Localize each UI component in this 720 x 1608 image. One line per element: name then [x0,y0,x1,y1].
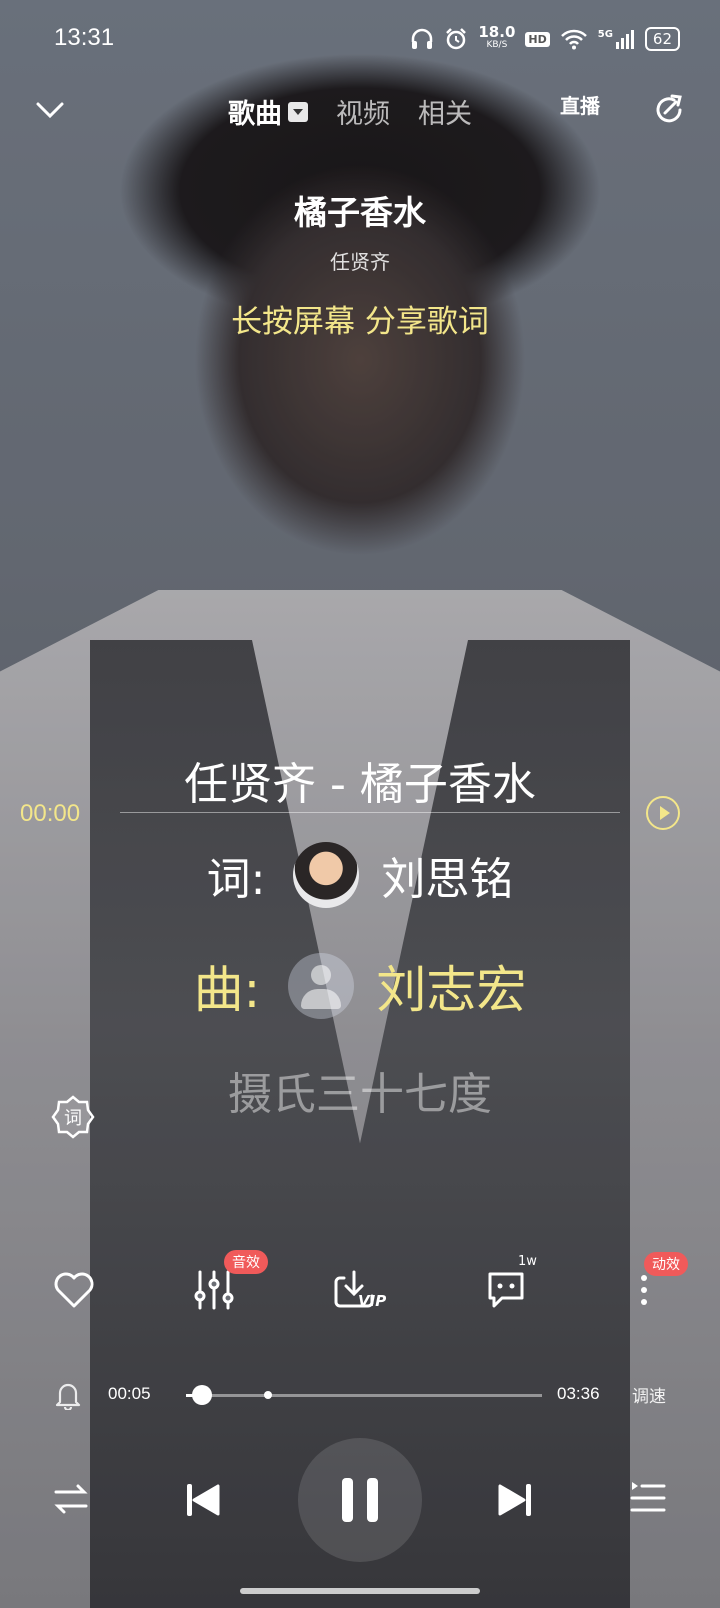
live-button[interactable]: 直播 [560,90,600,119]
seek-bar-marker [263,1391,272,1399]
status-bar: 13:31 18.0 KB/S HD 5G 62 [0,0,720,80]
sound-effect-badge: 音效 [224,1250,268,1274]
download-vip-tag: VIP [358,1292,387,1310]
tab-song-label: 歌曲 [228,99,282,129]
wifi-icon [560,29,587,50]
lyric-toggle-button[interactable]: 词 [50,1094,96,1140]
cellular-signal: 5G [598,29,635,49]
network-speed-unit: KB/S [486,40,508,50]
headphones-icon [412,28,433,49]
signal-label: 5G [597,29,613,40]
comment-count: 1w [518,1254,537,1269]
network-speed-value: 18.0 [478,23,516,41]
seek-bar[interactable] [186,1385,542,1405]
artist-name[interactable]: 任贤齐 [0,246,720,275]
playlist-icon[interactable] [628,1478,668,1518]
current-lyric-line[interactable]: 任贤齐 - 橘子香水 [0,748,720,812]
next-lyric-line[interactable]: 摄氏三十七度 [0,1058,720,1122]
composer-label: 曲: [193,961,261,1019]
tab-video[interactable]: 视频 [336,92,390,131]
favorite-heart-icon[interactable] [50,1266,98,1314]
player-tabs: 歌曲 视频 相关 [228,92,472,131]
composer-avatar-placeholder-icon[interactable] [288,953,355,1019]
lyricist-label: 词: [206,854,266,905]
playback-speed-button[interactable]: 调速 [632,1382,666,1407]
current-time: 00:05 [108,1384,151,1403]
network-speed: 18.0 KB/S [478,23,516,52]
play-mode-order-icon[interactable] [52,1480,90,1518]
status-icons: 18.0 KB/S HD 5G 62 [410,23,680,52]
tab-song[interactable]: 歌曲 [228,92,308,131]
next-track-icon[interactable] [496,1480,534,1520]
download-button[interactable]: VIP [330,1266,390,1314]
home-indicator[interactable] [240,1588,480,1594]
status-time: 13:31 [54,24,115,51]
signal-bars-icon [615,30,634,49]
hd-badge: HD [525,31,550,47]
playback-controls [0,1438,720,1562]
lyric-toggle-label: 词 [64,1108,82,1129]
total-time: 03:36 [557,1384,600,1403]
share-lyrics-hint: 长按屏幕 分享歌词 [231,304,489,340]
composer-credit[interactable]: 曲: 刘志宏 [0,950,720,1022]
lyricist-name: 刘思铭 [381,854,514,905]
dropdown-caret-icon[interactable] [288,101,308,122]
top-navigation: 歌曲 视频 相关 直播 [0,86,720,136]
alarm-icon [446,28,467,50]
tab-related[interactable]: 相关 [418,92,472,131]
playback-progress: 00:05 03:36 调速 [0,1378,720,1418]
motion-effect-badge: 动效 [644,1252,688,1276]
seek-play-icon[interactable] [646,796,680,830]
action-bar: 音效 VIP 1w 动效 [0,1250,720,1336]
battery-indicator: 62 [644,27,680,51]
bell-reminder-icon[interactable] [54,1380,82,1410]
previous-track-icon[interactable] [184,1480,222,1520]
lyricist-avatar[interactable] [293,842,360,908]
pause-bar-left [342,1478,353,1522]
collapse-chevron-down-icon[interactable] [34,94,66,126]
lyric-seek-line [120,812,620,813]
share-icon[interactable] [652,92,688,128]
pause-bar-right [367,1478,378,1522]
pause-button[interactable] [298,1438,422,1562]
composer-name: 刘志宏 [376,961,527,1019]
lyricist-credit[interactable]: 词: 刘思铭 [0,842,720,908]
song-title: 橘子香水 [294,193,426,232]
comment-icon[interactable] [482,1266,530,1314]
lyric-seek-time: 00:00 [20,800,81,827]
seek-bar-thumb[interactable] [192,1385,213,1405]
